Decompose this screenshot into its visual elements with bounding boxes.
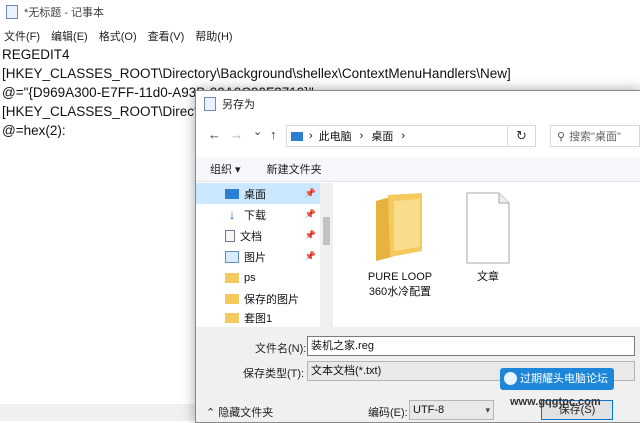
menu-format[interactable]: 格式(O) bbox=[95, 28, 144, 44]
pin-icon: 📌 bbox=[304, 230, 316, 240]
encoding-label: 编码(E): bbox=[368, 407, 408, 419]
search-placeholder: 搜索"桌面" bbox=[569, 131, 621, 143]
new-folder-button[interactable]: 新建文件夹 bbox=[267, 161, 322, 177]
hide-folders-label: 隐藏文件夹 bbox=[218, 407, 274, 419]
menu-file[interactable]: 文件(F) bbox=[0, 28, 47, 44]
picture-icon bbox=[225, 250, 239, 263]
text-line: REGEDIT4 bbox=[2, 47, 70, 62]
navigation-bar: ← → ⌄ ↑ › 此电脑 › 桌面 › ↻ ⚲ 搜索"桌面" bbox=[196, 121, 640, 151]
hide-folders-toggle[interactable]: ⌃ 隐藏文件夹 bbox=[206, 404, 273, 420]
watermark-badge: 过期耀头电脑论坛 bbox=[500, 368, 614, 390]
sidebar-item-label: ps bbox=[244, 271, 256, 284]
notepad-menu-bar: 文件(F) 编辑(E) 格式(O) 查看(V) 帮助(H) bbox=[0, 26, 640, 46]
forward-arrow-icon[interactable]: → bbox=[230, 127, 243, 142]
search-icon: ⚲ bbox=[557, 130, 566, 143]
sidebar-item-label: 套图1 bbox=[244, 313, 273, 325]
filetype-label: 保存类型(T): bbox=[243, 368, 305, 380]
menu-edit[interactable]: 编辑(E) bbox=[47, 28, 95, 44]
encoding-select[interactable]: UTF-8 ▾ bbox=[409, 400, 494, 420]
address-bar[interactable]: › 此电脑 › 桌面 › bbox=[286, 125, 508, 147]
notepad-icon bbox=[6, 5, 18, 19]
breadcrumb-this-pc[interactable]: 此电脑 bbox=[319, 128, 352, 144]
notepad-title-bar: *无标题 - 记事本 bbox=[0, 0, 640, 24]
file-name: PURE LOOP bbox=[367, 271, 433, 283]
up-arrow-icon[interactable]: ↑ bbox=[270, 127, 277, 142]
pin-icon: 📌 bbox=[304, 251, 316, 261]
watermark-url: www.gqgtpc.com bbox=[510, 396, 601, 408]
file-list: PURE LOOP 360水冷配置 文章 bbox=[334, 183, 640, 327]
folder-icon bbox=[225, 293, 239, 304]
folder-icon bbox=[225, 313, 239, 323]
navigation-pane: 桌面 📌 ↓ 下载 📌 文档 📌 图片 📌 ps 保存的图片 套图1 bbox=[196, 183, 334, 327]
navigation-pane-scrollbar[interactable] bbox=[320, 183, 333, 327]
sidebar-item-desktop[interactable]: 桌面 📌 bbox=[196, 183, 320, 204]
dialog-title: 另存为 bbox=[222, 99, 255, 111]
sidebar-item-set1[interactable]: 套图1 bbox=[196, 309, 320, 327]
search-box[interactable]: ⚲ 搜索"桌面" bbox=[550, 125, 640, 147]
sidebar-item-saved-pictures[interactable]: 保存的图片 bbox=[196, 288, 320, 309]
document-icon bbox=[466, 192, 510, 264]
breadcrumb-desktop[interactable]: 桌面 bbox=[371, 128, 393, 144]
chevron-down-icon: ▾ bbox=[485, 405, 490, 415]
sidebar-item-label: 图片 bbox=[244, 251, 266, 264]
menu-help[interactable]: 帮助(H) bbox=[191, 28, 239, 44]
recent-locations-icon[interactable]: ⌄ bbox=[253, 125, 262, 138]
document-icon bbox=[225, 229, 235, 242]
sidebar-item-label: 下载 bbox=[244, 209, 266, 222]
dialog-toolbar: 组织 ▾ 新建文件夹 bbox=[196, 157, 640, 182]
file-name: 文章 bbox=[477, 271, 499, 283]
notepad-title: *无标题 - 记事本 bbox=[24, 7, 105, 19]
filename-input[interactable]: 装机之家.reg bbox=[307, 336, 635, 356]
pin-icon: 📌 bbox=[304, 188, 316, 198]
back-arrow-icon[interactable]: ← bbox=[208, 127, 221, 142]
sidebar-item-label: 保存的图片 bbox=[244, 293, 299, 306]
scrollbar-thumb[interactable] bbox=[323, 217, 330, 245]
organize-button[interactable]: 组织 ▾ bbox=[210, 161, 241, 177]
filetype-value: 文本文档(*.txt) bbox=[311, 365, 382, 377]
pin-icon: 📌 bbox=[304, 209, 316, 219]
sidebar-item-ps[interactable]: ps bbox=[196, 267, 320, 288]
chevron-up-icon: ⌃ bbox=[206, 407, 219, 419]
sidebar-item-label: 文档 bbox=[240, 230, 262, 243]
dialog-title-bar: 另存为 bbox=[196, 91, 640, 117]
file-name: 360水冷配置 bbox=[368, 286, 432, 298]
download-icon: ↓ bbox=[228, 206, 236, 222]
menu-view[interactable]: 查看(V) bbox=[144, 28, 192, 44]
dialog-icon bbox=[204, 97, 216, 111]
folder-icon bbox=[376, 193, 422, 261]
file-item-folder[interactable]: PURE LOOP 360水冷配置 bbox=[358, 191, 442, 300]
sidebar-item-downloads[interactable]: ↓ 下载 📌 bbox=[196, 204, 320, 225]
filename-label: 文件名(N): bbox=[255, 343, 307, 355]
computer-icon bbox=[291, 131, 303, 141]
notepad-horizontal-scrollbar[interactable] bbox=[0, 404, 195, 421]
sidebar-item-documents[interactable]: 文档 📌 bbox=[196, 225, 320, 246]
file-item-document[interactable]: 文章 bbox=[456, 191, 520, 285]
filename-value: 装机之家.reg bbox=[311, 340, 374, 352]
text-line: [HKEY_CLASSES_ROOT\Directory\Background\… bbox=[2, 66, 511, 81]
breadcrumb-separator[interactable]: › bbox=[360, 130, 364, 142]
sidebar-item-pictures[interactable]: 图片 📌 bbox=[196, 246, 320, 267]
sidebar-item-label: 桌面 bbox=[244, 188, 266, 201]
desktop-icon bbox=[225, 188, 239, 199]
breadcrumb-separator: › bbox=[309, 130, 313, 142]
breadcrumb-separator[interactable]: › bbox=[401, 130, 405, 142]
encoding-value: UTF-8 bbox=[413, 404, 445, 416]
folder-icon bbox=[225, 272, 239, 283]
watermark: 过期耀头电脑论坛 www.gqgtpc.com bbox=[500, 368, 638, 416]
refresh-button[interactable]: ↻ bbox=[508, 125, 536, 147]
